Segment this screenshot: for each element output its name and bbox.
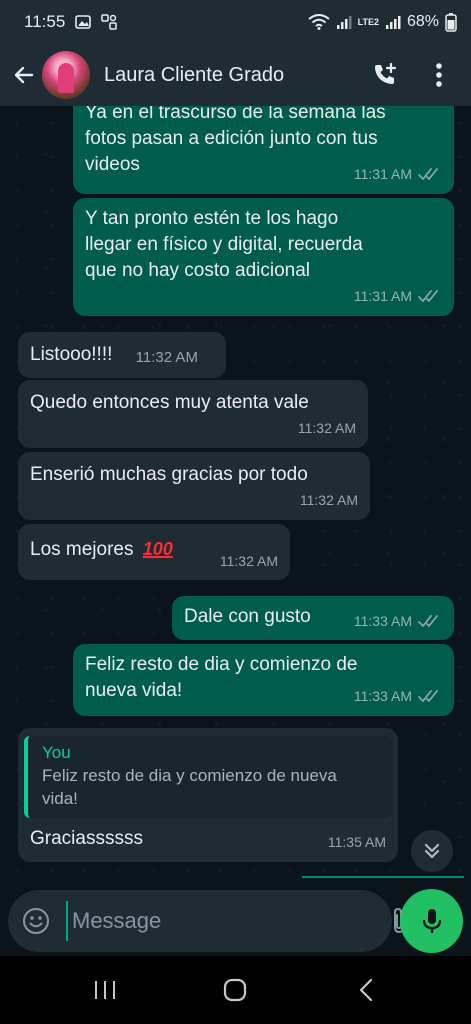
message-text: Dale con gusto [184,606,311,627]
home-icon[interactable] [205,968,265,1012]
message-text: Listooo!!!! [30,344,113,365]
message-time: 11:32 AM [297,420,356,436]
message-text: Y tan pronto estén te los hago llegar en… [85,208,363,281]
system-nav-bar [0,956,471,1024]
read-ticks-icon [418,689,442,703]
battery-level: 68% [406,13,439,30]
battery-icon [445,12,457,32]
message-bubble-outgoing[interactable]: Feliz resto de dia y comienzo de nueva v… [73,644,454,716]
message-bubble-incoming[interactable]: Los mejores 100 11:32 AM [18,524,290,580]
signal-1-icon [336,14,352,30]
read-ticks-icon [418,289,442,303]
signal-2-icon [385,14,401,30]
settings-notification-icon [101,14,118,30]
message-time: 11:32 AM [219,553,278,569]
message-input[interactable] [66,901,360,941]
read-ticks-icon [418,614,442,628]
message-text: Quedo entonces muy atenta vale [30,392,309,413]
message-bubble-incoming[interactable]: Quedo entonces muy atenta vale 11:32 AM [18,380,368,448]
message-time: 11:33 AM [353,613,412,629]
contact-avatar[interactable] [42,51,90,99]
message-text: Enserió muchas gracias por todo [30,464,308,485]
new-message-divider [302,876,464,878]
recents-icon[interactable] [75,968,135,1012]
message-bubble-incoming[interactable]: Listooo!!!! 11:32 AM [18,332,226,378]
hundred-points-emoji-icon: 100 [142,539,173,559]
message-bubble-outgoing[interactable]: Y tan pronto estén te los hago llegar en… [73,198,454,316]
scroll-down-icon[interactable] [411,830,453,872]
add-call-icon[interactable] [365,55,405,95]
nav-back-icon[interactable] [336,968,396,1012]
message-text: Los mejores [30,539,134,560]
gallery-notification-icon [75,14,92,30]
message-bubble-outgoing[interactable]: Ya en el trascurso de la semana las foto… [73,106,454,194]
message-time: 11:33 AM [353,688,412,704]
mic-icon [422,907,442,935]
reply-text: Feliz resto de dia y comienzo de nueva v… [42,766,337,808]
contact-name[interactable]: Laura Cliente Grado [104,64,351,87]
message-time: 11:32 AM [299,492,358,508]
message-time: 11:32 AM [135,349,198,366]
wifi-icon [308,14,330,30]
message-bubble-incoming[interactable]: Enserió muchas gracias por todo 11:32 AM [18,452,370,520]
status-time: 11:55 [24,12,66,31]
message-meta: 11:31 AM [354,161,442,187]
message-bubble-incoming-reply[interactable]: You Feliz resto de dia y comienzo de nue… [18,728,398,862]
message-time: 11:31 AM [353,288,412,304]
message-time: 11:31 AM [353,166,412,182]
emoji-icon[interactable] [22,907,50,935]
status-bar: 11:55 LTE2 68% [0,0,471,44]
message-input-pill [8,890,460,952]
chat-header: Laura Cliente Grado [0,44,471,106]
message-meta: 11:35 AM [328,829,386,855]
more-options-icon[interactable] [419,55,459,95]
network-type: LTE2 [357,16,379,27]
read-ticks-icon [418,167,442,181]
reply-quote[interactable]: You Feliz resto de dia y comienzo de nue… [24,736,392,818]
message-meta: 11:33 AM [354,683,442,709]
reply-author: You [42,743,71,762]
message-input-bar [0,886,471,956]
back-arrow-icon[interactable] [12,63,36,87]
mic-button[interactable] [400,889,463,953]
message-meta: 11:32 AM [298,415,356,441]
message-time: 11:35 AM [327,834,386,850]
chat-area[interactable]: Ya en el trascurso de la semana las foto… [0,106,471,886]
message-meta: 11:33 AM [354,608,442,634]
message-meta: 11:31 AM [354,283,442,309]
message-bubble-outgoing[interactable]: Dale con gusto 11:33 AM [172,596,454,640]
message-meta: 11:32 AM [300,487,358,513]
